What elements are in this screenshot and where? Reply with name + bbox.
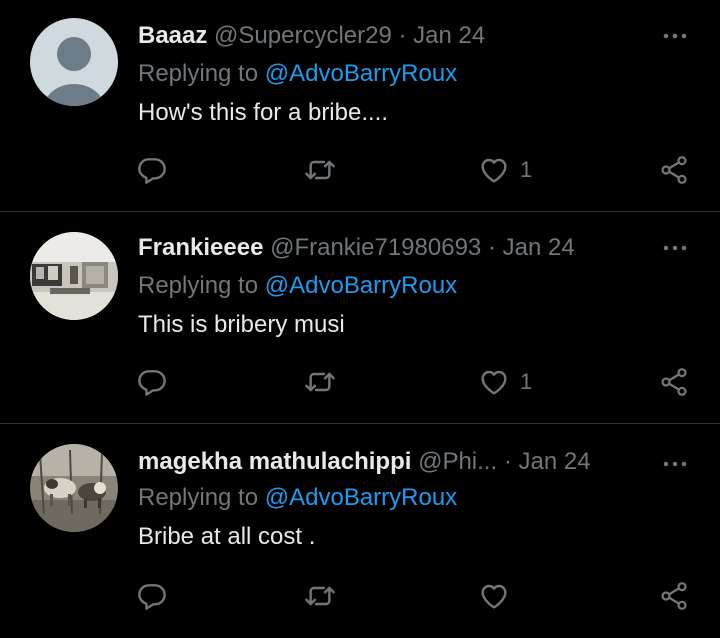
avatar[interactable] (30, 444, 118, 532)
retweet-button[interactable] (304, 364, 336, 400)
replying-to-line: Replying to @AdvoBarryRoux (138, 482, 457, 514)
more-options-button[interactable] (660, 26, 690, 46)
tweet-text: How's this for a bribe.... (138, 99, 389, 126)
more-horizontal-icon (663, 461, 687, 467)
replying-to-line: Replying to @AdvoBarryRoux (138, 58, 457, 90)
reply-button[interactable] (136, 364, 168, 400)
replying-to-mention[interactable]: @AdvoBarryRoux (265, 484, 457, 511)
separator-dot: · (398, 22, 407, 49)
tweet-actions: 1 (0, 364, 720, 400)
like-button[interactable]: 1 (478, 364, 532, 400)
like-button[interactable] (478, 578, 520, 614)
replying-to-label: Replying to (138, 484, 259, 511)
user-handle[interactable]: @Phi... (418, 448, 497, 475)
display-name[interactable]: Baaaz (138, 22, 207, 49)
display-name[interactable]: magekha mathulachippi (138, 448, 411, 475)
like-button[interactable]: 1 (478, 152, 532, 188)
user-handle[interactable]: @Frankie71980693 (270, 234, 481, 261)
replying-to-label: Replying to (138, 60, 259, 87)
like-count: 1 (520, 157, 533, 182)
share-icon (661, 156, 687, 184)
share-icon (661, 368, 687, 396)
tweet-date[interactable]: Jan 24 (503, 234, 575, 261)
retweet-icon (305, 160, 335, 180)
retweet-button[interactable] (304, 578, 336, 614)
livestock-photo-avatar-icon (30, 444, 118, 532)
heart-icon (481, 584, 507, 609)
replying-to-mention[interactable]: @AdvoBarryRoux (265, 60, 457, 87)
retweet-icon (305, 372, 335, 392)
share-button[interactable] (658, 364, 690, 400)
user-handle[interactable]: @Supercycler29 (214, 22, 392, 49)
tweet-header: magekha mathulachippi @Phi... · Jan 24 (138, 446, 591, 478)
more-horizontal-icon (663, 33, 687, 39)
tweet-actions: 1 (0, 152, 720, 188)
display-name[interactable]: Frankieeee (138, 234, 263, 261)
tweet-header: Baaaz @Supercycler29 · Jan 24 (138, 20, 485, 52)
tweet-date[interactable]: Jan 24 (518, 448, 590, 475)
replying-to-label: Replying to (138, 272, 259, 299)
share-button[interactable] (658, 578, 690, 614)
share-button[interactable] (658, 152, 690, 188)
retweet-button[interactable] (304, 152, 336, 188)
tweet[interactable]: Baaaz @Supercycler29 · Jan 24 Replying t… (0, 0, 720, 212)
reply-icon (138, 584, 166, 610)
more-horizontal-icon (663, 245, 687, 251)
retweet-icon (305, 586, 335, 606)
more-options-button[interactable] (660, 454, 690, 474)
default-avatar-icon (30, 18, 118, 106)
tweet-text: This is bribery musi (138, 311, 345, 338)
tweet-text: Bribe at all cost . (138, 523, 316, 550)
tweet-actions (0, 578, 720, 614)
replying-to-mention[interactable]: @AdvoBarryRoux (265, 272, 457, 299)
reply-icon (138, 370, 166, 396)
reply-timeline: Baaaz @Supercycler29 · Jan 24 Replying t… (0, 0, 720, 638)
separator-dot: · (487, 234, 496, 261)
tweet-header: Frankieeee @Frankie71980693 · Jan 24 (138, 232, 575, 264)
share-icon (661, 582, 687, 610)
room-photo-avatar-icon (30, 232, 118, 320)
heart-icon (481, 370, 507, 395)
avatar[interactable] (30, 232, 118, 320)
like-count: 1 (520, 369, 533, 394)
reply-button[interactable] (136, 578, 168, 614)
heart-icon (481, 158, 507, 183)
reply-button[interactable] (136, 152, 168, 188)
tweet[interactable]: magekha mathulachippi @Phi... · Jan 24 R… (0, 424, 720, 638)
replying-to-line: Replying to @AdvoBarryRoux (138, 270, 457, 302)
separator-dot: · (503, 448, 512, 475)
avatar[interactable] (30, 18, 118, 106)
reply-icon (138, 158, 166, 184)
tweet-date[interactable]: Jan 24 (413, 22, 485, 49)
more-options-button[interactable] (660, 238, 690, 258)
tweet[interactable]: Frankieeee @Frankie71980693 · Jan 24 Rep… (0, 212, 720, 424)
